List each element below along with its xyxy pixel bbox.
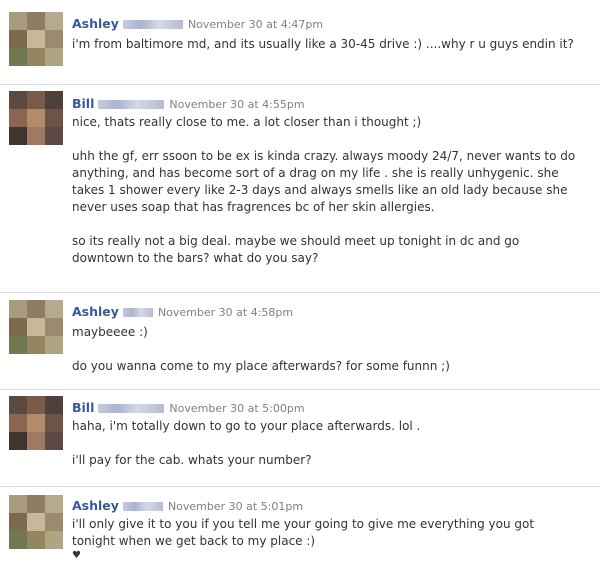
- message-text: i'm from baltimore md, and its usually l…: [72, 37, 574, 51]
- message-body: nice, thats really close to me. a lot cl…: [72, 114, 577, 267]
- avatar[interactable]: [9, 91, 63, 145]
- message-item: Bill November 30 at 5:00pm haha, i'm tota…: [0, 390, 600, 487]
- timestamp[interactable]: November 30 at 4:55pm: [169, 98, 304, 111]
- message-body: haha, i'm totally down to go to your pla…: [72, 418, 577, 469]
- timestamp[interactable]: November 30 at 4:47pm: [188, 18, 323, 31]
- avatar[interactable]: [9, 495, 63, 549]
- avatar[interactable]: [9, 396, 63, 450]
- author-name[interactable]: Ashley: [72, 16, 119, 31]
- message-text: so its really not a big deal. maybe we s…: [72, 234, 520, 265]
- message-text: uhh the gf, err ssoon to be ex is kinda …: [72, 149, 576, 214]
- message-body: maybeeee :) do you wanna come to my plac…: [72, 324, 577, 375]
- message-text: nice, thats really close to me. a lot cl…: [72, 115, 422, 129]
- message-text: haha, i'm totally down to go to your pla…: [72, 419, 421, 433]
- message-text: i'll only give it to you if you tell me …: [72, 517, 535, 548]
- author-name[interactable]: Bill: [72, 96, 94, 111]
- timestamp[interactable]: November 30 at 4:58pm: [158, 306, 293, 319]
- message-body: i'm from baltimore md, and its usually l…: [72, 36, 577, 53]
- redacted-surname: [98, 100, 165, 109]
- timestamp[interactable]: November 30 at 5:01pm: [168, 500, 303, 513]
- redacted-surname: [98, 404, 165, 413]
- redacted-surname: [122, 20, 183, 29]
- avatar[interactable]: [9, 12, 63, 66]
- message-item: Ashley November 30 at 4:47pm i'm from bal…: [0, 0, 600, 85]
- message-item: Bill November 30 at 4:55pm nice, thats re…: [0, 85, 600, 293]
- message-item: Ashley November 30 at 4:58pm maybeeee :) …: [0, 293, 600, 390]
- redacted-surname: [122, 502, 163, 511]
- message-item: Ashley November 30 at 5:01pm i'll only gi…: [0, 487, 600, 573]
- message-thread: Ashley November 30 at 4:47pm i'm from bal…: [0, 0, 600, 573]
- redacted-surname: [122, 308, 153, 317]
- timestamp[interactable]: November 30 at 5:00pm: [169, 402, 304, 415]
- message-text: i'll pay for the cab. whats your number?: [72, 453, 312, 467]
- message-text: maybeeee :): [72, 325, 148, 339]
- avatar[interactable]: [9, 300, 63, 354]
- author-name[interactable]: Bill: [72, 400, 94, 415]
- author-name[interactable]: Ashley: [72, 304, 119, 319]
- message-text: do you wanna come to my place afterwards…: [72, 359, 450, 373]
- message-body: i'll only give it to you if you tell me …: [72, 516, 577, 562]
- heart-icon: ♥: [72, 550, 81, 561]
- author-name[interactable]: Ashley: [72, 498, 119, 513]
